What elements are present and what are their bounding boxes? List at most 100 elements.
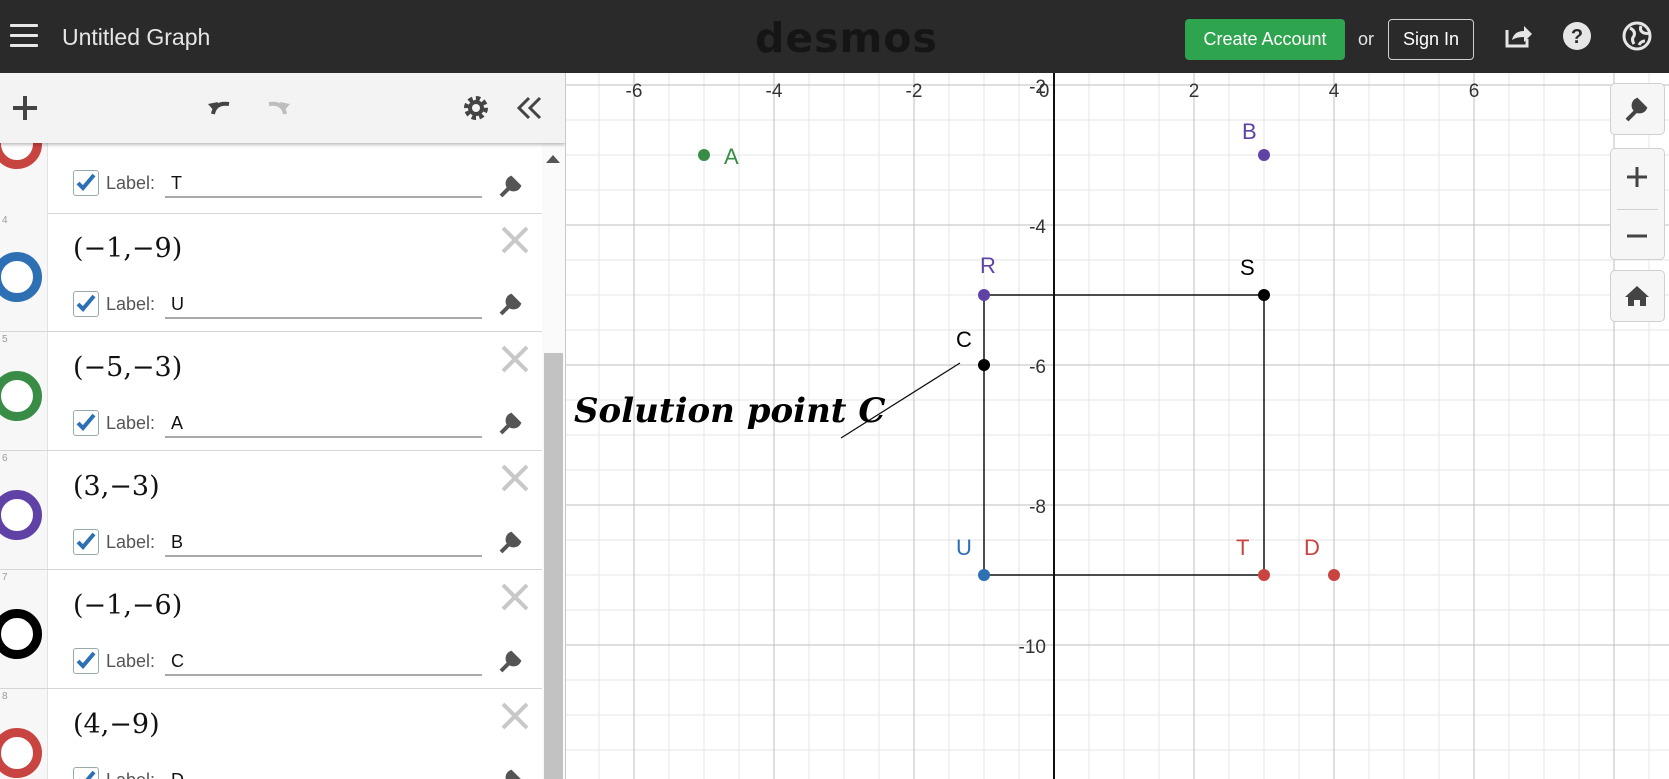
wrench-icon[interactable] xyxy=(497,407,527,437)
point-t xyxy=(1258,569,1270,581)
y-tick-label: -8 xyxy=(1029,497,1046,518)
graph-settings-button[interactable] xyxy=(1610,83,1665,135)
math-expression[interactable]: (4,−9) xyxy=(73,709,160,740)
x-tick-label: -2 xyxy=(906,81,923,102)
label-text: Label: xyxy=(106,294,156,314)
globe-icon[interactable] xyxy=(1621,20,1653,52)
expression-row[interactable]: 7 (−1,−6) Label: C xyxy=(0,570,542,689)
label-checkbox[interactable] xyxy=(73,767,99,779)
label-input[interactable]: T xyxy=(165,170,482,198)
desmos-logo: desmos xyxy=(755,14,938,62)
line-number: 7 xyxy=(2,572,8,583)
collapse-icon[interactable] xyxy=(514,92,546,124)
y-tick-label: -10 xyxy=(1019,637,1046,658)
x-tick-label: 6 xyxy=(1469,81,1480,102)
point-b xyxy=(1258,149,1270,161)
add-icon[interactable] xyxy=(9,92,41,124)
wrench-icon[interactable] xyxy=(497,288,527,318)
expression-row[interactable]: 6 (3,−3) Label: B xyxy=(0,451,542,570)
math-expression[interactable]: (3,−3) xyxy=(73,471,160,502)
expression-list: Label: T 4 (−1,−9) Label: U 5 (−5,−3) La… xyxy=(0,83,542,779)
zoom-controls xyxy=(1610,148,1665,260)
y-tick-label: -2 xyxy=(1029,77,1046,98)
label-input[interactable]: D xyxy=(165,767,482,779)
label-input[interactable]: U xyxy=(165,291,482,319)
sign-in-button[interactable]: Sign In xyxy=(1388,19,1474,60)
label-checkbox[interactable] xyxy=(73,170,99,196)
delete-icon[interactable] xyxy=(498,580,532,614)
x-tick-label: -4 xyxy=(766,81,783,102)
expression-row[interactable]: 4 (−1,−9) Label: U xyxy=(0,213,542,332)
label-text: Label: xyxy=(106,413,156,433)
label-input[interactable]: B xyxy=(165,529,482,557)
label-text: Label: xyxy=(106,770,155,779)
x-tick-label: 2 xyxy=(1189,81,1200,102)
point-c xyxy=(978,359,990,371)
zoom-out-icon[interactable] xyxy=(1611,210,1664,263)
point-r xyxy=(978,289,990,301)
wrench-icon[interactable] xyxy=(497,526,527,556)
share-icon[interactable] xyxy=(1502,20,1534,52)
label-input[interactable]: C xyxy=(165,648,482,676)
y-tick-label: -6 xyxy=(1029,357,1046,378)
label-checkbox[interactable] xyxy=(73,529,99,555)
label-row: Label: D xyxy=(73,767,477,779)
point-u xyxy=(978,569,990,581)
menu-icon[interactable] xyxy=(10,24,38,48)
label-checkbox[interactable] xyxy=(73,291,99,317)
line-number: 6 xyxy=(2,453,8,464)
or-text: or xyxy=(1358,29,1375,49)
label-row: Label: T xyxy=(73,170,482,198)
point-label-r: R xyxy=(980,253,996,278)
scroll-up-icon[interactable] xyxy=(546,155,560,163)
wrench-icon[interactable] xyxy=(497,764,527,779)
label-row: Label: C xyxy=(73,648,482,676)
undo-icon[interactable] xyxy=(205,92,237,124)
math-expression[interactable]: (−1,−6) xyxy=(73,590,182,621)
checkmark-icon xyxy=(76,651,96,669)
expression-sidebar: Label: T 4 (−1,−9) Label: U 5 (−5,−3) La… xyxy=(0,73,566,779)
label-input[interactable]: A xyxy=(165,410,482,438)
label-text: Label: xyxy=(106,173,156,193)
x-tick-label: 4 xyxy=(1329,81,1340,102)
label-text: Label: xyxy=(106,532,156,552)
help-icon[interactable]: ? xyxy=(1561,20,1593,52)
wrench-icon[interactable] xyxy=(497,170,527,200)
label-checkbox[interactable] xyxy=(73,410,99,436)
point-label-s: S xyxy=(1240,255,1255,280)
create-account-button[interactable]: Create Account xyxy=(1185,19,1345,60)
point-a xyxy=(698,149,710,161)
point-label-u: U xyxy=(956,535,972,560)
expression-row[interactable]: 8 (4,−9) Label: D xyxy=(0,689,542,779)
y-tick-label: -4 xyxy=(1029,217,1046,238)
top-bar: Untitled Graph desmos Create Account or … xyxy=(0,0,1669,73)
math-expression[interactable]: (−1,−9) xyxy=(73,233,182,264)
label-row: Label: U xyxy=(73,291,482,319)
point-label-c: C xyxy=(956,327,972,352)
expression-row[interactable]: 5 (−5,−3) Label: A xyxy=(0,332,542,451)
point-label-d: D xyxy=(1304,535,1320,560)
delete-icon[interactable] xyxy=(498,461,532,495)
zoom-in-icon[interactable] xyxy=(1611,149,1664,204)
settings-icon[interactable] xyxy=(460,92,492,124)
redo-icon[interactable] xyxy=(261,92,293,124)
scrollbar-thumb[interactable] xyxy=(544,353,563,779)
x-tick-label: -6 xyxy=(626,81,643,102)
home-button[interactable] xyxy=(1610,270,1665,322)
graph-title[interactable]: Untitled Graph xyxy=(62,24,210,51)
delete-icon[interactable] xyxy=(498,223,532,257)
label-row: Label: B xyxy=(73,529,482,557)
point-d xyxy=(1328,569,1340,581)
point-label-b: B xyxy=(1242,119,1257,144)
delete-icon[interactable] xyxy=(498,342,532,376)
label-checkbox[interactable] xyxy=(73,648,99,674)
checkmark-icon xyxy=(76,294,96,312)
checkmark-icon xyxy=(76,173,96,191)
checkmark-icon xyxy=(79,770,96,779)
checkmark-icon xyxy=(76,413,96,431)
wrench-icon[interactable] xyxy=(497,645,527,675)
math-expression[interactable]: (−5,−3) xyxy=(73,352,182,383)
label-row: Label: A xyxy=(73,410,482,438)
home-icon xyxy=(1625,286,1649,306)
delete-icon[interactable] xyxy=(498,699,532,733)
